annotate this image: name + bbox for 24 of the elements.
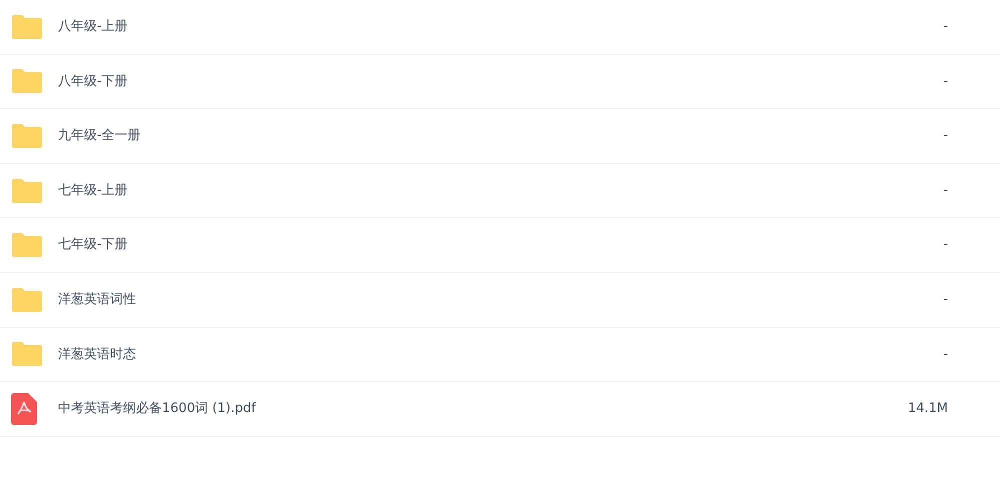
file-name[interactable]: 八年级-上册 <box>58 17 128 37</box>
folder-icon <box>11 122 43 149</box>
folder-icon <box>11 232 43 258</box>
file-size: - <box>943 291 948 310</box>
file-name[interactable]: 洋葱英语时态 <box>58 344 136 364</box>
folder-icon <box>11 286 43 313</box>
file-size: - <box>943 127 948 146</box>
file-name[interactable]: 洋葱英语词性 <box>58 290 136 310</box>
file-size: - <box>943 18 948 36</box>
file-size: - <box>943 182 948 200</box>
file-name[interactable]: 七年级-下册 <box>58 235 128 255</box>
file-name[interactable]: 中考英语考纲必备1600词 (1).pdf <box>58 399 256 419</box>
folder-icon <box>11 14 43 40</box>
folder-icon <box>11 341 43 368</box>
file-name[interactable]: 九年级-全一册 <box>58 126 141 146</box>
file-size: - <box>943 236 948 254</box>
file-size: 14.1M <box>908 400 948 418</box>
file-name[interactable]: 七年级-上册 <box>58 180 128 200</box>
file-name[interactable]: 八年级-下册 <box>58 72 128 92</box>
folder-icon <box>11 178 43 204</box>
file-size: - <box>943 346 948 364</box>
folder-icon <box>11 68 43 94</box>
file-size: - <box>943 72 948 91</box>
pdf-file-icon <box>11 392 37 425</box>
